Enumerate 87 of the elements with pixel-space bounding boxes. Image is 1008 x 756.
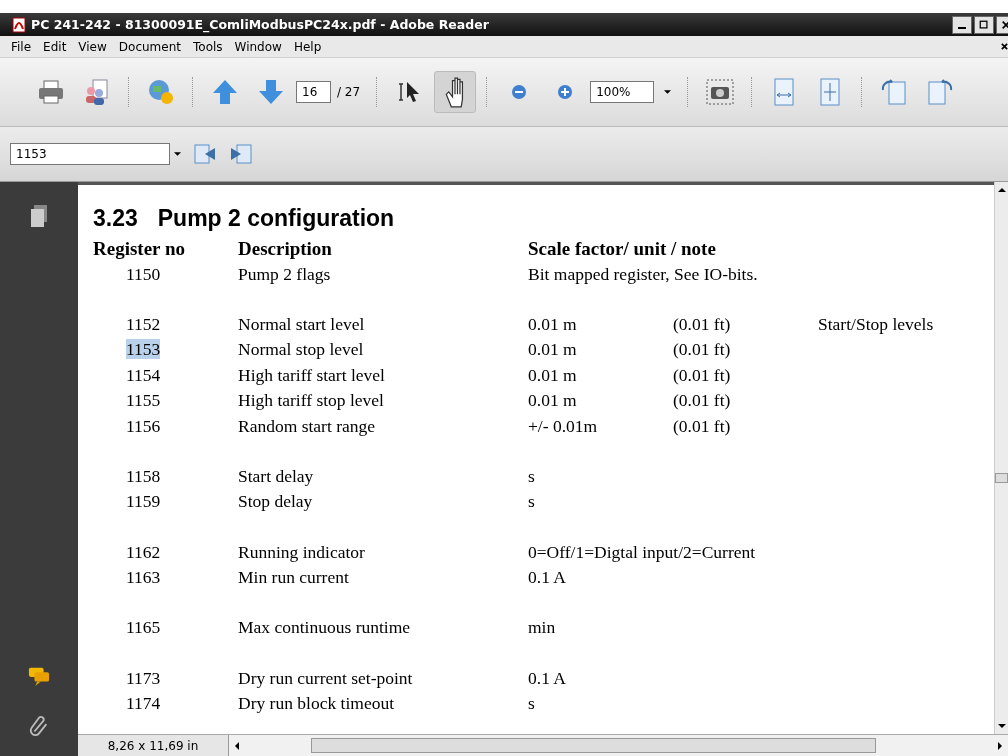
scale-note: 0.01 m — [528, 390, 578, 412]
scale-feet: (0.01 ft) — [673, 313, 732, 335]
pdf-icon — [12, 16, 28, 33]
scale-note: 0.01 m — [528, 364, 578, 386]
scale-feet: (0.01 ft) — [673, 390, 732, 412]
scale-note: 0.01 m — [528, 313, 578, 335]
dropdown-arrow-icon[interactable] — [174, 152, 181, 156]
search-field[interactable]: 1153 — [10, 143, 170, 165]
camera-icon — [704, 76, 737, 108]
menu-item[interactable]: File — [6, 39, 39, 54]
scale-note: 0=Off/1=Digtal input/2=Current — [528, 541, 756, 563]
minimize-button[interactable] — [952, 15, 972, 34]
register-description: Stop delay — [238, 491, 314, 513]
register-number: 1154 — [126, 364, 161, 385]
previous-result-icon[interactable] — [193, 142, 217, 166]
register-number: 1155 — [126, 390, 161, 411]
page-size-label: 8,26 x 11,69 in — [106, 737, 200, 755]
scale-note: 0.1 A — [528, 667, 566, 689]
register-number: 1162 — [126, 541, 161, 562]
page-number-field[interactable]: 16 — [296, 81, 331, 103]
register-number: 1153 — [126, 339, 161, 360]
scale-note: min — [528, 617, 556, 639]
register-description: High tariff start level — [238, 364, 386, 386]
register-description: Random start range — [238, 415, 377, 437]
register-number: 1159 — [126, 491, 161, 512]
register-description: Dry run current set-point — [238, 667, 414, 689]
register-description: Normal stop level — [238, 339, 365, 361]
scroll-left-icon[interactable] — [233, 741, 241, 750]
register-number: 1152 — [126, 313, 161, 334]
maximize-button[interactable] — [974, 15, 994, 34]
scale-note: s — [528, 491, 535, 513]
minimize-icon — [958, 27, 966, 29]
scale-note: Bit mapped register, See IO-bits. — [528, 263, 758, 285]
register-number: 1174 — [126, 693, 161, 714]
scale-feet: (0.01 ft) — [673, 364, 732, 386]
register-description: Min run current — [238, 567, 350, 589]
scale-note: s — [528, 693, 535, 715]
menu-item[interactable]: Window — [229, 39, 289, 54]
register-number: 1163 — [126, 567, 161, 588]
section-number: 3.23 — [93, 205, 138, 232]
register-description: High tariff stop level — [238, 390, 385, 412]
close-icon[interactable] — [1001, 43, 1008, 50]
section-heading: Pump 2 configuration — [157, 205, 395, 232]
page-total: / 27 — [337, 85, 361, 99]
horizontal-scrollbar[interactable] — [228, 735, 1008, 756]
paperclip-icon[interactable] — [28, 714, 50, 738]
dropdown-arrow-icon[interactable] — [664, 90, 672, 94]
register-number: 1156 — [126, 415, 161, 436]
scroll-right-icon[interactable] — [996, 741, 1004, 750]
next-result-icon[interactable] — [229, 142, 253, 166]
column-header: Register no — [93, 237, 186, 260]
pages-icon[interactable] — [28, 204, 50, 228]
menu-item[interactable]: Edit — [38, 39, 74, 54]
zoom-field[interactable]: 100% — [590, 81, 655, 103]
maximize-icon — [979, 19, 989, 30]
scroll-down-icon[interactable] — [997, 722, 1006, 730]
register-description: Pump 2 flags — [238, 263, 332, 285]
menu-item[interactable]: Tools — [188, 39, 230, 54]
register-number: 1150 — [126, 263, 161, 284]
scale-note: 0.01 m — [528, 339, 578, 361]
menu-item[interactable]: Document — [113, 39, 188, 54]
vertical-scrollbar[interactable] — [994, 182, 1008, 734]
scale-note: +/- 0.01m — [528, 415, 599, 437]
scale-feet: (0.01 ft) — [673, 415, 732, 437]
scroll-up-icon[interactable] — [997, 186, 1006, 194]
menu-item[interactable]: View — [73, 39, 114, 54]
register-note: Start/Stop levels — [818, 313, 934, 335]
register-description: Start delay — [238, 465, 315, 487]
register-description: Dry run block timeout — [238, 693, 395, 715]
hand-icon — [445, 76, 466, 108]
register-description: Normal start level — [238, 313, 366, 335]
scale-note: s — [528, 465, 535, 487]
register-number: 1173 — [126, 667, 161, 688]
scroll-thumb[interactable] — [311, 738, 876, 753]
scale-feet: (0.01 ft) — [673, 339, 732, 361]
column-header: Description — [238, 237, 333, 260]
scroll-thumb[interactable] — [995, 473, 1008, 483]
register-number: 1165 — [126, 617, 161, 638]
register-description: Max continuous runtime — [238, 617, 412, 639]
window-title: PC 241-242 - 81300091E_ComliModbusPC24x.pdf - Adobe Reader — [31, 17, 490, 32]
menu-item[interactable]: Help — [288, 39, 329, 54]
register-number: 1158 — [126, 465, 161, 486]
register-description: Running indicator — [238, 541, 366, 563]
toolbar-button[interactable] — [434, 71, 477, 113]
column-header: Scale factor/ unit / note — [528, 237, 716, 260]
scale-note: 0.1 A — [528, 567, 566, 589]
close-icon — [1001, 19, 1008, 30]
